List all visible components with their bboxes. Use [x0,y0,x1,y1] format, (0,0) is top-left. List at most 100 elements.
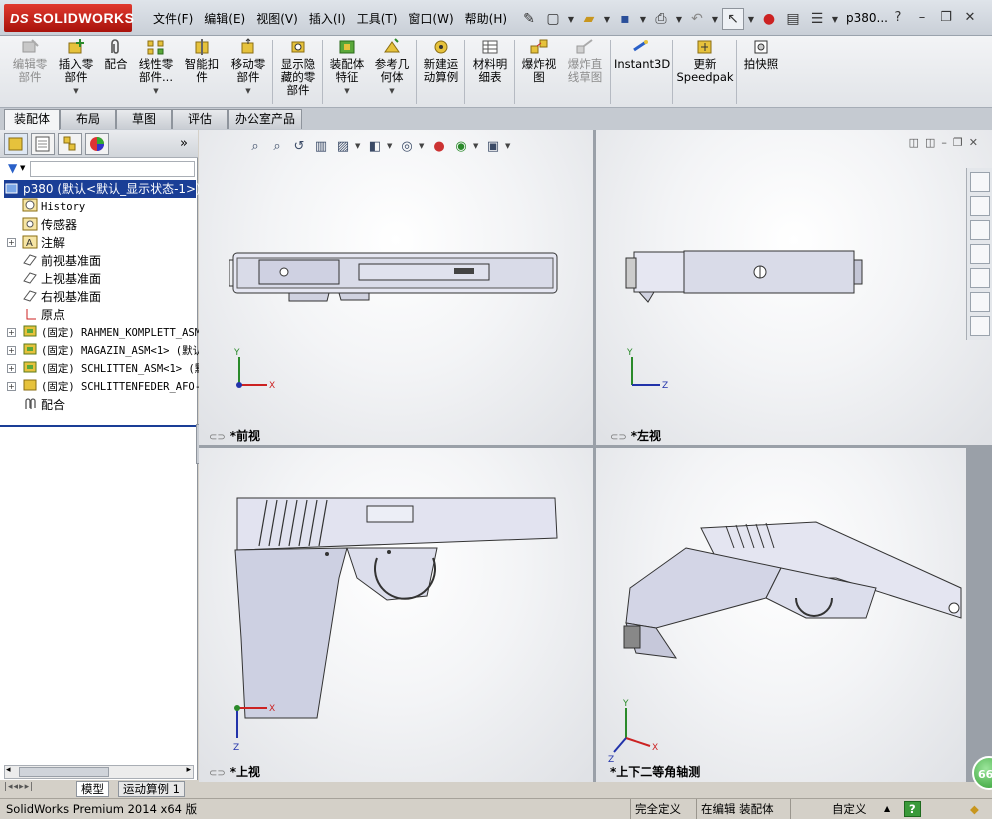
expand-toggle[interactable]: + [7,364,16,373]
chevron-down-icon[interactable]: ▼ [134,85,178,98]
help-icon[interactable]: ? [888,8,908,26]
exploded-view-button[interactable]: 爆炸视图 [518,38,560,84]
move-component-button[interactable]: 移动零 部件 ▼ [226,38,270,98]
tree-item-mates[interactable]: 配合 [22,396,65,414]
tree-item-component-magazin[interactable]: (固定) MAGAZIN_ASM<1> (默认 [22,342,203,360]
assembly-features-button[interactable]: 装配体 特征 ▼ [326,38,368,98]
view-orientation-icon[interactable]: ▨ [333,136,353,156]
menu-insert[interactable]: 插入(I) [306,10,354,27]
chevron-down-icon[interactable]: ▼ [505,142,513,150]
view-link-icon[interactable]: ⊂⊃ [209,432,226,443]
hide-show-items-icon[interactable]: ◎ [397,136,417,156]
expand-toggle[interactable]: + [7,238,16,247]
chevron-down-icon[interactable]: ▼ [473,142,481,150]
performance-badge[interactable]: 66 [972,756,992,790]
view-tile-icon[interactable]: ◫ [909,136,919,149]
tree-item-front-plane[interactable]: 前视基准面 [22,252,101,270]
view-link-icon[interactable]: ⊂⊃ [209,768,226,779]
minimize-icon[interactable]: – [912,8,932,26]
horizontal-scrollbar[interactable]: ◂ ▸ [4,765,194,779]
undo-icon[interactable]: ↶ [686,8,708,30]
view-palette-icon[interactable] [970,268,990,288]
menu-tools[interactable]: 工具(T) [354,10,406,27]
filter-input[interactable] [30,161,195,177]
tab-nav-arrows-icon[interactable]: |◂◂▸▸| [4,782,34,792]
chevron-down-icon[interactable]: ▼ [830,8,840,30]
linear-pattern-button[interactable]: 线性零 部件... ▼ [134,38,178,98]
edit-component-button[interactable]: 编辑零 部件 [8,38,52,84]
tree-item-component-rahmen[interactable]: (固定) RAHMEN_KOMPLETT_ASM [22,324,201,342]
custom-properties-icon[interactable] [970,316,990,336]
reference-geometry-button[interactable]: 参考几 何体 ▼ [370,38,414,98]
viewport-front[interactable]: ⌕ ⌕ ↺ ▥ ▨ ▼ ◧ ▼ ◎ ▼ ● ◉ ▼ ▣ ▼ Y X ⊂⊃ *前视 [199,130,593,445]
viewport-top[interactable]: X Z ⊂⊃ *上视 [199,448,593,782]
feature-manager-tab[interactable] [4,133,28,155]
expand-toggle[interactable]: + [7,382,16,391]
edit-appearance-icon[interactable]: ● [429,136,449,156]
section-view-icon[interactable]: ▥ [311,136,331,156]
chevron-down-icon[interactable]: ▼ [355,142,363,150]
help-icon[interactable]: ? [904,801,921,817]
tree-item-annotations[interactable]: A 注解 [22,234,65,252]
chevron-down-icon[interactable]: ▼ [226,85,270,98]
options-icon[interactable]: ☰ [806,8,828,30]
menu-help[interactable]: 帮助(H) [462,10,515,27]
view-link-icon[interactable]: ⊂⊃ [610,432,627,443]
scroll-left-icon[interactable]: ◂ [6,765,11,775]
restore-icon[interactable]: ❐ [936,8,956,26]
expand-toggle[interactable]: + [7,328,16,337]
tree-item-top-plane[interactable]: 上视基准面 [22,270,101,288]
file-explorer-icon[interactable] [970,244,990,264]
menu-window[interactable]: 窗口(W) [405,10,461,27]
tab-office-products[interactable]: 办公室产品 [228,109,302,129]
tree-item-sensors[interactable]: 传感器 [22,216,77,234]
open-folder-icon[interactable]: ▰ [578,8,600,30]
chevron-down-icon[interactable]: ▼ [566,8,576,30]
solidworks-logo[interactable]: DS SOLIDWORKS [4,4,134,32]
tree-item-component-schlittenfeder[interactable]: (固定) SCHLITTENFEDER_AFO- [22,378,201,396]
viewport-isometric[interactable]: Y X Z *上下二等角轴测 [596,448,966,782]
bill-of-materials-button[interactable]: 材料明 细表 [468,38,512,84]
chevron-down-icon[interactable]: ▼ [419,142,427,150]
chevron-down-icon[interactable]: ▼ [674,8,684,30]
previous-view-icon[interactable]: ↺ [289,136,309,156]
tree-item-component-schlitten[interactable]: (固定) SCHLITTEN_ASM<1> (默 [22,360,205,378]
print-icon[interactable]: ⎙ [650,8,672,30]
tree-item-origin[interactable]: 原点 [22,306,65,324]
chevron-down-icon[interactable]: ▼ [638,8,648,30]
minimize-icon[interactable]: – [941,136,947,149]
chevron-down-icon[interactable]: ▼ [326,85,368,98]
home-icon[interactable] [970,196,990,216]
show-hidden-components-button[interactable]: 显示隐 藏的零 部件 [276,38,320,97]
save-icon[interactable]: ▪ [614,8,636,30]
update-speedpak-button[interactable]: 更新 Speedpak [676,38,734,84]
scrollbar-thumb[interactable] [19,767,109,777]
tab-assembly[interactable]: 装配体 [4,109,60,130]
restore-icon[interactable]: ❐ [953,136,963,149]
tree-item-right-plane[interactable]: 右视基准面 [22,288,101,306]
pin-icon[interactable]: ✎ [518,8,540,30]
chevron-down-icon[interactable]: ▼ [54,85,98,98]
new-document-icon[interactable]: ▢ [542,8,564,30]
design-library-icon[interactable] [970,220,990,240]
file-properties-icon[interactable]: ▤ [782,8,804,30]
solidworks-resources-icon[interactable] [970,172,990,192]
expand-panel-icon[interactable]: » [180,136,188,151]
explode-line-sketch-button[interactable]: 爆炸直 线草图 [562,38,608,84]
filter-funnel-icon[interactable]: ▼ [8,161,17,175]
zoom-to-fit-icon[interactable]: ⌕ [245,136,265,156]
chevron-down-icon[interactable]: ▼ [710,8,720,30]
tab-layout[interactable]: 布局 [60,109,116,129]
status-units-custom[interactable]: 自定义 [828,799,871,819]
tree-root-assembly[interactable]: p380 (默认<默认_显示状态-1>) [4,180,201,198]
display-manager-tab[interactable] [85,133,109,155]
menu-view[interactable]: 视图(V) [253,10,306,27]
tab-evaluate[interactable]: 评估 [172,109,228,129]
chevron-down-icon[interactable]: ▼ [370,85,414,98]
configuration-manager-tab[interactable] [58,133,82,155]
display-style-icon[interactable]: ◧ [365,136,385,156]
chevron-down-icon[interactable]: ▼ [20,164,25,172]
view-settings-icon[interactable]: ▣ [483,136,503,156]
take-snapshot-button[interactable]: 拍快照 [740,38,782,71]
expand-toggle[interactable]: + [7,346,16,355]
